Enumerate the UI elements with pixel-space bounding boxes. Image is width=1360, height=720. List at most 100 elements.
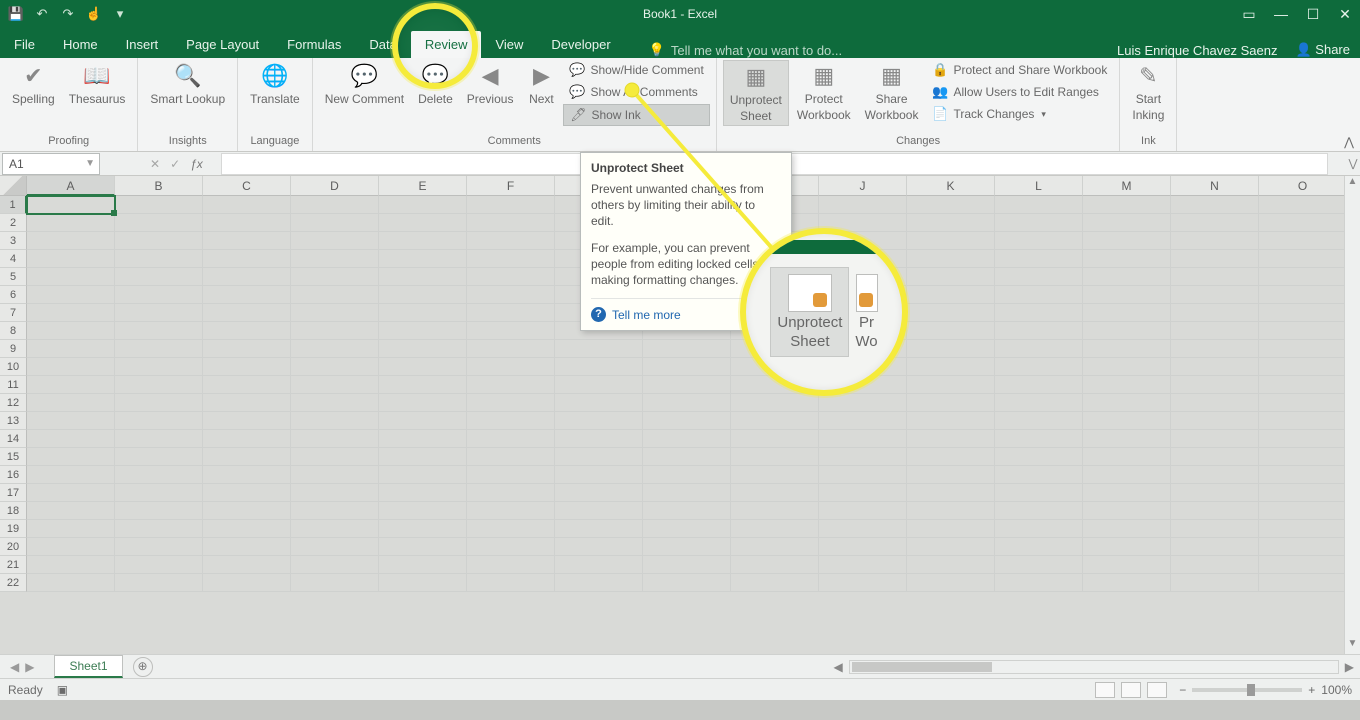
cell[interactable]: [115, 268, 203, 286]
column-header[interactable]: C: [203, 176, 291, 196]
cell[interactable]: [819, 412, 907, 430]
cell[interactable]: [203, 538, 291, 556]
sheet-nav-prev-icon[interactable]: ◀: [10, 660, 19, 674]
zoom-in-button[interactable]: +: [1308, 683, 1315, 697]
page-layout-view-button[interactable]: [1121, 682, 1141, 698]
cell[interactable]: [907, 448, 995, 466]
scroll-down-icon[interactable]: ▼: [1345, 638, 1360, 654]
tab-formulas[interactable]: Formulas: [273, 31, 355, 58]
cell[interactable]: [27, 286, 115, 304]
cell[interactable]: [467, 322, 555, 340]
cell[interactable]: [115, 502, 203, 520]
cell[interactable]: [1083, 232, 1171, 250]
cell[interactable]: [819, 448, 907, 466]
cell[interactable]: [379, 304, 467, 322]
row-header[interactable]: 8: [0, 322, 27, 340]
cell[interactable]: [379, 574, 467, 592]
cell[interactable]: [203, 322, 291, 340]
cell[interactable]: [995, 448, 1083, 466]
cell[interactable]: [1171, 268, 1259, 286]
cell[interactable]: [203, 574, 291, 592]
cell[interactable]: [467, 358, 555, 376]
cell[interactable]: [1083, 448, 1171, 466]
cell[interactable]: [291, 250, 379, 268]
cell[interactable]: [819, 484, 907, 502]
smart-lookup-button[interactable]: 🔍Smart Lookup: [144, 60, 231, 108]
cell[interactable]: [643, 376, 731, 394]
tab-review[interactable]: Review: [411, 31, 482, 58]
scroll-up-icon[interactable]: ▲: [1345, 176, 1360, 192]
cell[interactable]: [1171, 340, 1259, 358]
cell[interactable]: [467, 484, 555, 502]
cell[interactable]: [467, 520, 555, 538]
cell[interactable]: [1259, 268, 1347, 286]
vertical-scrollbar[interactable]: ▲ ▼: [1344, 176, 1360, 654]
zoom-slider[interactable]: [1192, 688, 1302, 692]
cell[interactable]: [115, 232, 203, 250]
cell[interactable]: [907, 556, 995, 574]
save-icon[interactable]: 💾: [6, 4, 26, 24]
macro-record-icon[interactable]: ▣: [57, 683, 68, 697]
redo-icon[interactable]: ↷: [58, 4, 78, 24]
cell[interactable]: [819, 430, 907, 448]
cell[interactable]: [1171, 250, 1259, 268]
cell[interactable]: [819, 196, 907, 214]
cell[interactable]: [731, 556, 819, 574]
cell[interactable]: [291, 448, 379, 466]
select-all-button[interactable]: [0, 176, 27, 196]
cell[interactable]: [467, 502, 555, 520]
cell[interactable]: [115, 556, 203, 574]
cell[interactable]: [1259, 376, 1347, 394]
cell[interactable]: [1259, 502, 1347, 520]
fx-icon[interactable]: ƒx: [190, 157, 203, 171]
cell[interactable]: [27, 520, 115, 538]
cell[interactable]: [467, 268, 555, 286]
cell[interactable]: [27, 232, 115, 250]
cell[interactable]: [1171, 232, 1259, 250]
cell[interactable]: [291, 466, 379, 484]
cell[interactable]: [1171, 304, 1259, 322]
cell[interactable]: [995, 304, 1083, 322]
cell[interactable]: [291, 394, 379, 412]
cell[interactable]: [995, 466, 1083, 484]
cell[interactable]: [995, 430, 1083, 448]
share-workbook-button[interactable]: ▦ShareWorkbook: [859, 60, 925, 124]
column-header[interactable]: J: [819, 176, 907, 196]
cell[interactable]: [379, 502, 467, 520]
scroll-right-icon[interactable]: ▶: [1345, 660, 1354, 674]
cell[interactable]: [27, 466, 115, 484]
cell[interactable]: [1083, 520, 1171, 538]
sheet-tab-sheet1[interactable]: Sheet1: [54, 655, 122, 678]
tab-data[interactable]: Data: [355, 31, 410, 58]
cell[interactable]: [1171, 376, 1259, 394]
cell[interactable]: [1259, 214, 1347, 232]
cell[interactable]: [115, 538, 203, 556]
cell[interactable]: [1259, 484, 1347, 502]
cell[interactable]: [27, 322, 115, 340]
cell[interactable]: [907, 412, 995, 430]
cell[interactable]: [1171, 430, 1259, 448]
cell[interactable]: [27, 214, 115, 232]
cell[interactable]: [467, 304, 555, 322]
new-comment-button[interactable]: 💬New Comment: [319, 60, 410, 108]
column-header[interactable]: O: [1259, 176, 1347, 196]
new-sheet-button[interactable]: ⊕: [133, 657, 153, 677]
row-header[interactable]: 16: [0, 466, 27, 484]
horizontal-scrollbar[interactable]: ◀ ▶: [153, 660, 1360, 674]
tell-me-search[interactable]: 💡 Tell me what you want to do...: [625, 42, 842, 58]
cell[interactable]: [1083, 250, 1171, 268]
cell[interactable]: [1259, 394, 1347, 412]
cell[interactable]: [1083, 538, 1171, 556]
cell[interactable]: [1259, 322, 1347, 340]
cell[interactable]: [555, 448, 643, 466]
cell[interactable]: [907, 502, 995, 520]
cell[interactable]: [379, 358, 467, 376]
cell[interactable]: [1083, 466, 1171, 484]
cell[interactable]: [291, 430, 379, 448]
cell[interactable]: [555, 520, 643, 538]
cell[interactable]: [1259, 520, 1347, 538]
row-header[interactable]: 22: [0, 574, 27, 592]
cell[interactable]: [1259, 304, 1347, 322]
cell[interactable]: [115, 340, 203, 358]
cell[interactable]: [27, 412, 115, 430]
